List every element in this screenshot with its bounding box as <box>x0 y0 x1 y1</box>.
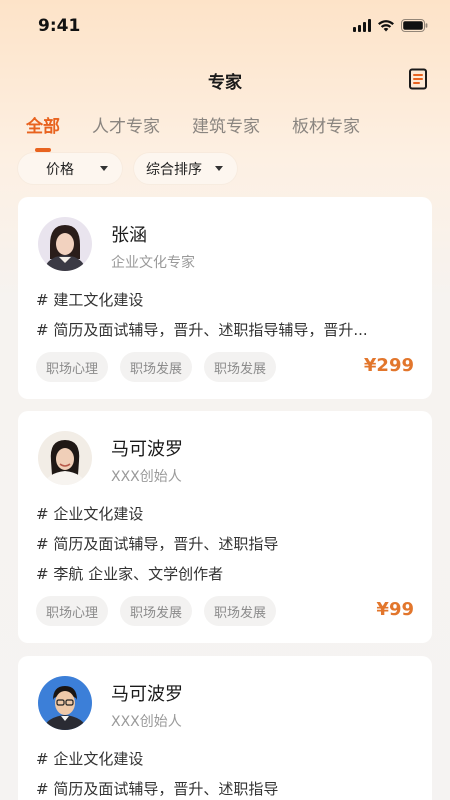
sort-filter-dropdown[interactable]: 综合排序 <box>134 153 237 184</box>
expert-card[interactable]: 马可波罗 XXX创始人 # 企业文化建设 # 简历及面试辅导，晋升、述职指导 <box>18 656 432 800</box>
avatar <box>38 676 92 730</box>
avatar <box>38 431 92 485</box>
expertise-line: # 简历及面试辅导，晋升、述职指导 <box>36 535 279 553</box>
caret-down-icon <box>100 166 108 171</box>
tag-chips: 职场心理 职场发展 职场发展 <box>36 352 277 382</box>
tab-architecture-experts[interactable]: 建筑专家 <box>192 112 260 142</box>
tag-chip: 职场发展 <box>204 596 277 626</box>
status-icons <box>353 19 428 32</box>
price-label: ¥99 <box>376 599 414 620</box>
filter-label: 综合排序 <box>146 161 202 178</box>
tag-chips: 职场心理 职场发展 职场发展 <box>36 596 277 626</box>
expertise-line: # 企业文化建设 <box>36 505 144 523</box>
expert-name: 张涵 <box>111 225 147 246</box>
tab-all[interactable]: 全部 <box>26 112 60 152</box>
expert-title: 企业文化专家 <box>111 255 195 271</box>
expert-card[interactable]: 马可波罗 XXX创始人 # 企业文化建设 # 简历及面试辅导，晋升、述职指导 #… <box>18 411 432 643</box>
expertise-line: # 简历及面试辅导，晋升、述职指导辅导，晋升... <box>36 321 368 339</box>
caret-down-icon <box>215 166 223 171</box>
battery-icon <box>401 19 428 32</box>
tab-board-experts[interactable]: 板材专家 <box>292 112 360 142</box>
category-tabs: 全部 人才专家 建筑专家 板材专家 <box>26 112 392 152</box>
expert-title: XXX创始人 <box>111 714 182 730</box>
tag-chip: 职场心理 <box>36 596 109 626</box>
expertise-line: # 简历及面试辅导，晋升、述职指导 <box>36 780 279 798</box>
expert-title: XXX创始人 <box>111 469 182 485</box>
tab-label: 全部 <box>26 117 60 137</box>
status-time: 9:41 <box>38 16 81 36</box>
price-filter-dropdown[interactable]: 价格 <box>18 153 122 184</box>
signal-icon <box>353 19 371 32</box>
expertise-line: # 企业文化建设 <box>36 750 144 768</box>
tab-label: 人才专家 <box>92 117 160 137</box>
tab-label: 板材专家 <box>292 117 360 137</box>
tab-label: 建筑专家 <box>192 117 260 137</box>
tag-chip: 职场发展 <box>204 352 277 382</box>
price-label: ¥299 <box>363 355 414 376</box>
tab-talent-experts[interactable]: 人才专家 <box>92 112 160 142</box>
expert-name: 马可波罗 <box>111 439 183 460</box>
expertise-line: # 李航 企业家、文学创作者 <box>36 565 224 583</box>
tab-active-indicator <box>35 148 51 152</box>
avatar <box>38 217 92 271</box>
tag-chip: 职场心理 <box>36 352 109 382</box>
expertise-line: # 建工文化建设 <box>36 291 144 309</box>
expert-card[interactable]: 张涵 企业文化专家 # 建工文化建设 # 简历及面试辅导，晋升、述职指导辅导，晋… <box>18 197 432 399</box>
tag-chip: 职场发展 <box>120 596 193 626</box>
expert-name: 马可波罗 <box>111 684 183 705</box>
status-bar: 9:41 <box>0 0 450 54</box>
wifi-icon <box>377 19 395 32</box>
nav-bar: 专家 <box>0 62 450 98</box>
filter-bar: 价格 综合排序 <box>18 153 237 184</box>
filter-label: 价格 <box>46 161 74 178</box>
document-icon[interactable] <box>408 68 430 92</box>
tag-chip: 职场发展 <box>120 352 193 382</box>
page-title: 专家 <box>208 73 242 93</box>
